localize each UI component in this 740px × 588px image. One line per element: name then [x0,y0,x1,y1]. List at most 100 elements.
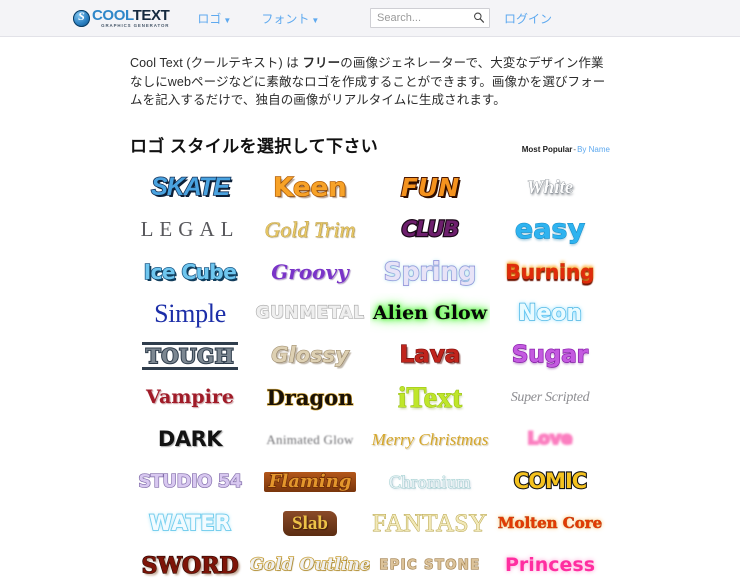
logo-style-label: Dragon [266,385,354,410]
sort-most-popular[interactable]: Most Popular [522,145,573,154]
logo-style-label: Merry Christmas [371,430,489,449]
intro-paragraph: Cool Text (クールテキスト) は フリーの画像ジェネレーターで、大変な… [130,54,610,110]
logo-style-item[interactable]: Super Scripted [490,377,610,419]
logo-style-item[interactable]: Chromium [370,461,490,503]
logo-style-label: COMIC [513,469,589,493]
header-inner: COOLTEXT GRAPHICS GENERATOR ロゴ▼ フォント▼ ログ… [70,0,670,36]
logo-style-label: TOUGH [141,341,239,370]
logo-style-item[interactable]: Neon [490,293,610,335]
logo-style-item[interactable]: Keen [250,167,370,209]
logo-style-label: WATER [148,511,231,535]
logo-style-label: Vampire [145,386,234,408]
site-header: COOLTEXT GRAPHICS GENERATOR ロゴ▼ フォント▼ ログ… [0,0,740,37]
logo-style-item[interactable]: Glossy [250,335,370,377]
logo-style-label: Keen [273,172,348,203]
logo-style-label: Spring [383,257,477,286]
cooltext-circle-icon [73,9,90,27]
search-box[interactable] [370,8,490,28]
page-content: Cool Text (クールテキスト) は フリーの画像ジェネレーターで、大変な… [130,54,610,588]
nav-logo[interactable]: ロゴ ▼ [197,10,231,27]
search-icon[interactable] [473,11,485,24]
logo-style-item[interactable]: EPIC STONE [370,545,490,587]
logo-word-text: TEXT [132,6,170,24]
logo-style-item[interactable]: STUDIO 54 [130,461,250,503]
logo-style-label: Lava [399,342,461,368]
logo-style-label: Neon [517,300,583,326]
logo-style-label: Love [526,429,573,449]
site-logo[interactable]: COOLTEXT GRAPHICS GENERATOR [73,6,170,28]
logo-style-item[interactable]: Groovy [250,251,370,293]
logo-style-item[interactable]: Princess [490,545,610,587]
nav-logo-label: ロゴ [197,11,222,26]
logo-style-item[interactable]: Spring [370,251,490,293]
logo-style-item[interactable]: SWORD [130,545,250,587]
search-area: ログイン [370,8,552,28]
logo-tagline: GRAPHICS GENERATOR [101,22,170,28]
logo-style-item[interactable]: FANTASY [370,503,490,545]
logo-style-item[interactable]: Lava [370,335,490,377]
sort-separator: - [573,144,577,154]
logo-style-item[interactable]: Merry Christmas [370,419,490,461]
logo-style-item[interactable]: DARK [130,419,250,461]
logo-style-item[interactable]: Sugar [490,335,610,377]
logo-style-item[interactable]: SKATE [130,167,250,209]
logo-style-label: Ice Cube [143,259,238,284]
logo-style-item[interactable]: Vampire [130,377,250,419]
logo-style-item[interactable]: Burning [490,251,610,293]
logo-word-cool: COOL [92,6,133,24]
logo-style-item[interactable]: Dragon [250,377,370,419]
logo-style-label: Gold Outline [250,555,370,575]
logo-style-label: Princess [504,554,596,576]
logo-style-item[interactable]: Simple [130,293,250,335]
main-nav: ロゴ ▼ フォント ▼ [197,10,349,27]
logo-style-item[interactable]: White [490,167,610,209]
login-link[interactable]: ログイン [504,10,552,27]
logo-style-label: iText [398,380,463,414]
logo-style-item[interactable]: Gold Outline [250,545,370,587]
nav-font-label: フォント [261,11,310,26]
section-header: ロゴ スタイルを選択して下さい Most Popular-By Name [130,132,610,159]
search-input[interactable] [375,11,471,25]
nav-font[interactable]: フォント ▼ [261,10,319,27]
logo-style-item[interactable]: Flaming [250,461,370,503]
logo-style-label: DARK [157,427,223,451]
logo-style-label: EPIC STONE [379,558,481,573]
logo-style-label: FANTASY [372,510,488,537]
logo-style-item[interactable]: Gold Trim [250,209,370,251]
logo-style-label: Chromium [388,471,471,492]
intro-part1: Cool Text (クールテキスト) は [130,56,303,70]
logo-style-item[interactable]: TOUGH [130,335,250,377]
logo-style-item[interactable]: CLUB [370,209,490,251]
logo-style-item[interactable]: iText [370,377,490,419]
logo-style-item[interactable]: FUN [370,167,490,209]
logo-style-label: Simple [154,298,226,328]
logo-style-item[interactable]: GUNMETAL [250,293,370,335]
logo-style-item[interactable]: Alien Glow [370,293,490,335]
logo-style-item[interactable]: Animated Glow [250,419,370,461]
logo-style-label: Groovy [271,259,349,284]
logo-style-item[interactable]: LEGAL [130,209,250,251]
logo-style-item[interactable]: Slab [250,503,370,545]
chevron-down-icon: ▼ [223,15,232,25]
logo-style-grid: SKATE Keen FUN White LEGAL Gold Trim CLUB easy I… [130,167,610,588]
logo-style-item[interactable]: easy [490,209,610,251]
chevron-down-icon: ▼ [311,15,320,25]
logo-style-label: GUNMETAL [255,303,365,323]
logo-style-label: Molten Core [497,514,603,532]
logo-style-label: FUN [400,173,460,202]
logo-style-label: Animated Glow [266,432,354,447]
sort-by-name[interactable]: By Name [577,145,610,154]
sort-links: Most Popular-By Name [522,145,610,157]
logo-style-label: CLUB [400,217,460,241]
logo-style-label: Gold Trim [264,216,356,242]
logo-style-label: White [526,177,574,198]
page-title: ロゴ スタイルを選択して下さい [130,136,379,156]
logo-style-label: STUDIO 54 [138,470,243,492]
logo-style-label: LEGAL [140,217,240,241]
logo-style-item[interactable]: Molten Core [490,503,610,545]
logo-style-item[interactable]: COMIC [490,461,610,503]
logo-style-item[interactable]: WATER [130,503,250,545]
logo-style-item[interactable]: Ice Cube [130,251,250,293]
logo-style-item[interactable]: Love [490,419,610,461]
logo-style-label: Glossy [271,343,350,367]
